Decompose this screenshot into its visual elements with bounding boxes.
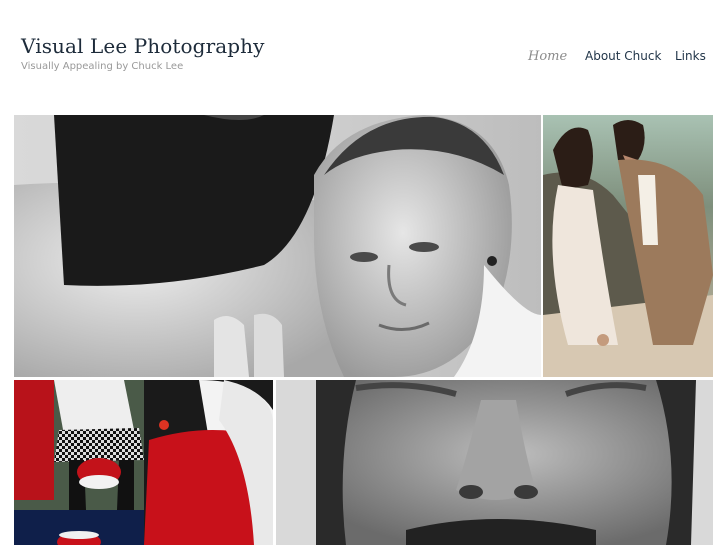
beach-couple-photo-image: [543, 115, 713, 377]
gallery-photo-beach-couple[interactable]: [543, 115, 713, 377]
nav-item-links[interactable]: Links: [675, 49, 706, 67]
gallery-photo-closeup-face[interactable]: [276, 380, 713, 545]
maternity-photo-image: [14, 115, 541, 377]
nav-item-home[interactable]: Home: [528, 49, 567, 67]
gallery-photo-maternity[interactable]: [14, 115, 541, 377]
nav-item-about-chuck[interactable]: About Chuck: [585, 49, 661, 67]
site-title[interactable]: Visual Lee Photography: [21, 34, 265, 58]
gallery-photo-santa[interactable]: [14, 380, 273, 545]
santa-photo-image: [14, 380, 273, 545]
closeup-face-photo-image: [276, 380, 713, 545]
site-tagline: Visually Appealing by Chuck Lee: [21, 61, 184, 72]
